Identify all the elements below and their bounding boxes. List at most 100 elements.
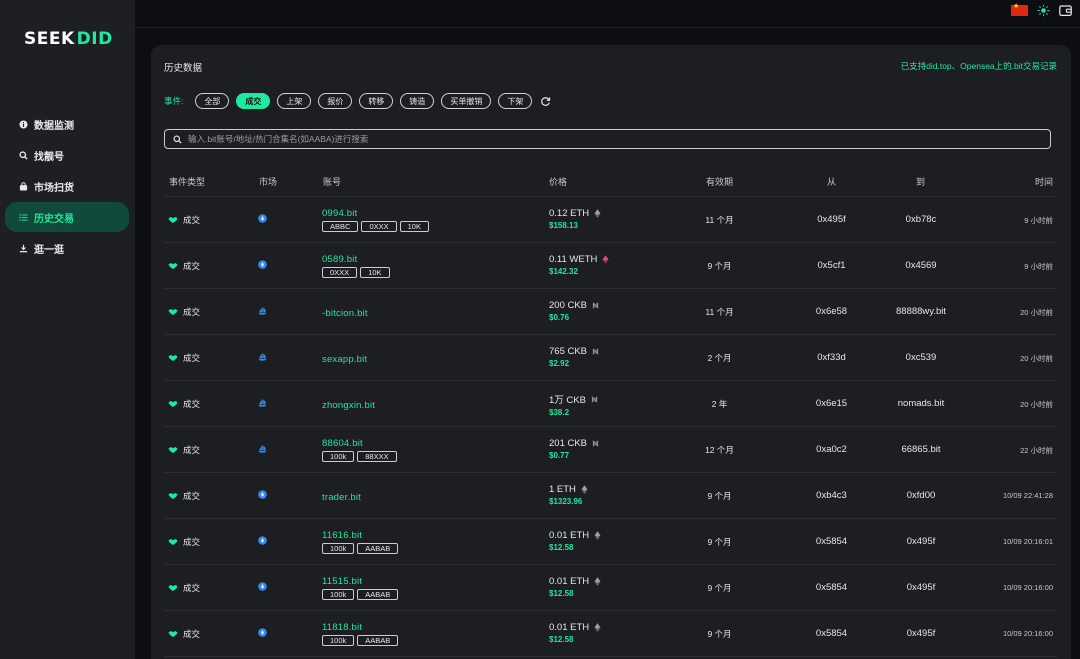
sidebar-item-data-monitor[interactable]: 数据监测 [5, 109, 129, 139]
account-cell: 88604.bit 100k 88XXX [322, 438, 397, 462]
to-address[interactable]: 0x495f [877, 536, 965, 547]
account-tag[interactable]: 10K [360, 267, 390, 278]
opensea-icon[interactable] [258, 306, 267, 315]
table-row[interactable]: 成交 trader.bit 1 ETH $1323.96 9 个月 0xb4c3 0xfd0… [164, 473, 1057, 519]
sun-icon[interactable] [1037, 4, 1050, 17]
did-top-icon[interactable] [258, 628, 267, 637]
eth-icon [594, 531, 601, 540]
filter-chip-offer[interactable]: 报价 [318, 93, 353, 109]
from-address[interactable]: 0x5cf1 [792, 260, 871, 271]
filter-chip-order-cancel[interactable]: 买单撤销 [441, 93, 492, 109]
table-row[interactable]: 成交 11818.bit 100k AABAB 0.01 ETH $12.58 9 个月 0x… [164, 611, 1057, 657]
validity-cell: 9 个月 [707, 583, 732, 593]
account-link[interactable]: 11818.bit [322, 622, 398, 633]
account-tag[interactable]: AABAB [357, 635, 399, 646]
table-row[interactable]: 成交 sexapp.bit 765 CKB $2.92 2 个月 0xf33d 0xc539… [164, 335, 1057, 381]
from-address[interactable]: 0xb4c3 [792, 490, 871, 501]
did-top-icon[interactable] [258, 490, 267, 499]
time-cell: 10/09 20:16:00 [1002, 583, 1053, 592]
filter-chip-transfer[interactable]: 转移 [359, 93, 394, 109]
account-link[interactable]: sexapp.bit [322, 354, 367, 365]
filter-chip-mint[interactable]: 铸造 [400, 93, 435, 109]
sidebar-item-market-sweep[interactable]: 市场扫货 [5, 171, 129, 201]
to-address[interactable]: 66865.bit [877, 444, 965, 455]
handshake-icon [168, 308, 178, 316]
account-tag[interactable]: 0XXX [361, 221, 397, 232]
from-address[interactable]: 0x6e15 [792, 398, 871, 409]
to-address[interactable]: nomads.bit [877, 398, 965, 409]
filter-chip-sold[interactable]: 成交 [236, 93, 271, 109]
from-address[interactable]: 0x5854 [792, 582, 871, 593]
search-input[interactable] [188, 134, 1050, 144]
did-top-icon[interactable] [258, 536, 267, 545]
account-tag[interactable]: 100k [322, 451, 355, 462]
filter-chip-all[interactable]: 全部 [195, 93, 230, 109]
price-cell: 200 CKB $0.76 [549, 300, 599, 322]
did-top-icon[interactable] [258, 260, 267, 269]
account-link[interactable]: 0589.bit [322, 254, 390, 265]
brand-logo[interactable]: SEEK DID [24, 29, 113, 49]
to-address[interactable]: 0xc539 [877, 352, 965, 363]
event-type-label: 成交 [183, 537, 201, 547]
account-link[interactable]: 88604.bit [322, 438, 397, 449]
did-top-icon[interactable] [258, 582, 267, 591]
from-address[interactable]: 0xf33d [792, 352, 871, 363]
did-top-icon[interactable] [258, 214, 267, 223]
account-tag[interactable]: 100k [322, 589, 355, 600]
to-address[interactable]: 0x495f [877, 628, 965, 639]
sidebar-item-find-names[interactable]: 找靓号 [5, 140, 129, 170]
price-amount: 1万 CKB [549, 395, 586, 406]
account-link[interactable]: 11515.bit [322, 576, 398, 587]
sidebar-item-browse[interactable]: 逛一逛 [5, 233, 129, 263]
from-address[interactable]: 0x6e58 [792, 306, 871, 317]
account-tag[interactable]: ABBC [322, 221, 359, 232]
search-icon [173, 134, 182, 144]
from-address[interactable]: 0x495f [792, 214, 871, 225]
opensea-icon[interactable] [258, 444, 267, 453]
account-link[interactable]: -bitcion.bit [322, 308, 368, 319]
account-link[interactable]: zhongxin.bit [322, 400, 375, 411]
eth-icon [581, 485, 588, 494]
account-tag[interactable]: AABAB [357, 543, 399, 554]
account-link[interactable]: trader.bit [322, 492, 361, 503]
handshake-icon [168, 354, 178, 362]
price-amount: 0.11 WETH [549, 254, 598, 265]
sidebar-item-label: 历史交易 [34, 213, 74, 225]
logo-text-left: SEEK [24, 29, 75, 49]
account-link[interactable]: 11616.bit [322, 530, 398, 541]
table-row[interactable]: 成交 88604.bit 100k 88XXX 201 CKB $0.77 12 个月 0xa… [164, 427, 1057, 473]
price-cell: 0.01 ETH $12.58 [549, 576, 601, 598]
filter-chip-listing[interactable]: 上架 [277, 93, 312, 109]
table-row[interactable]: 成交 zhongxin.bit 1万 CKB $38.2 2 年 0x6e15 nomads… [164, 381, 1057, 427]
account-tag[interactable]: AABAB [357, 589, 399, 600]
table-row[interactable]: 成交 11616.bit 100k AABAB 0.01 ETH $12.58 9 个月 0x… [164, 519, 1057, 565]
opensea-icon[interactable] [258, 352, 267, 361]
china-flag-icon[interactable] [1011, 2, 1028, 16]
account-tag[interactable]: 0XXX [322, 267, 358, 278]
from-address[interactable]: 0x5854 [792, 536, 871, 547]
account-link[interactable]: 0994.bit [322, 208, 429, 219]
filter-chip-delist[interactable]: 下架 [498, 93, 533, 109]
from-address[interactable]: 0x5854 [792, 628, 871, 639]
account-tags: 100k AABAB [322, 543, 399, 554]
wallet-icon[interactable] [1059, 4, 1072, 17]
from-address[interactable]: 0xa0c2 [792, 444, 871, 455]
to-address[interactable]: 0x495f [877, 582, 965, 593]
opensea-icon[interactable] [258, 398, 267, 407]
refresh-icon[interactable] [540, 96, 551, 107]
account-tag[interactable]: 10K [399, 221, 429, 232]
table-row[interactable]: 成交 -bitcion.bit 200 CKB $0.76 11 个月 0x6e58 888… [164, 289, 1057, 335]
table-row[interactable]: 成交 11515.bit 100k AABAB 0.01 ETH $12.58 9 个月 0x… [164, 565, 1057, 611]
sidebar-item-history[interactable]: 历史交易 [5, 202, 129, 232]
account-cell: 0994.bit ABBC 0XXX 10K [322, 208, 429, 232]
to-address[interactable]: 0xb78c [877, 214, 965, 225]
to-address[interactable]: 0xfd00 [877, 490, 965, 501]
table-row[interactable]: 成交 0589.bit 0XXX 10K 0.11 WETH $142.32 9 个月 0x5… [164, 243, 1057, 289]
handshake-icon [168, 262, 178, 270]
to-address[interactable]: 0x4569 [877, 260, 965, 271]
account-tag[interactable]: 100k [322, 543, 355, 554]
to-address[interactable]: 88888wy.bit [877, 306, 965, 317]
account-tag[interactable]: 100k [322, 635, 355, 646]
table-row[interactable]: 成交 0994.bit ABBC 0XXX 10K 0.12 ETH $158.13 11 个… [164, 197, 1057, 243]
account-tag[interactable]: 88XXX [357, 451, 397, 462]
